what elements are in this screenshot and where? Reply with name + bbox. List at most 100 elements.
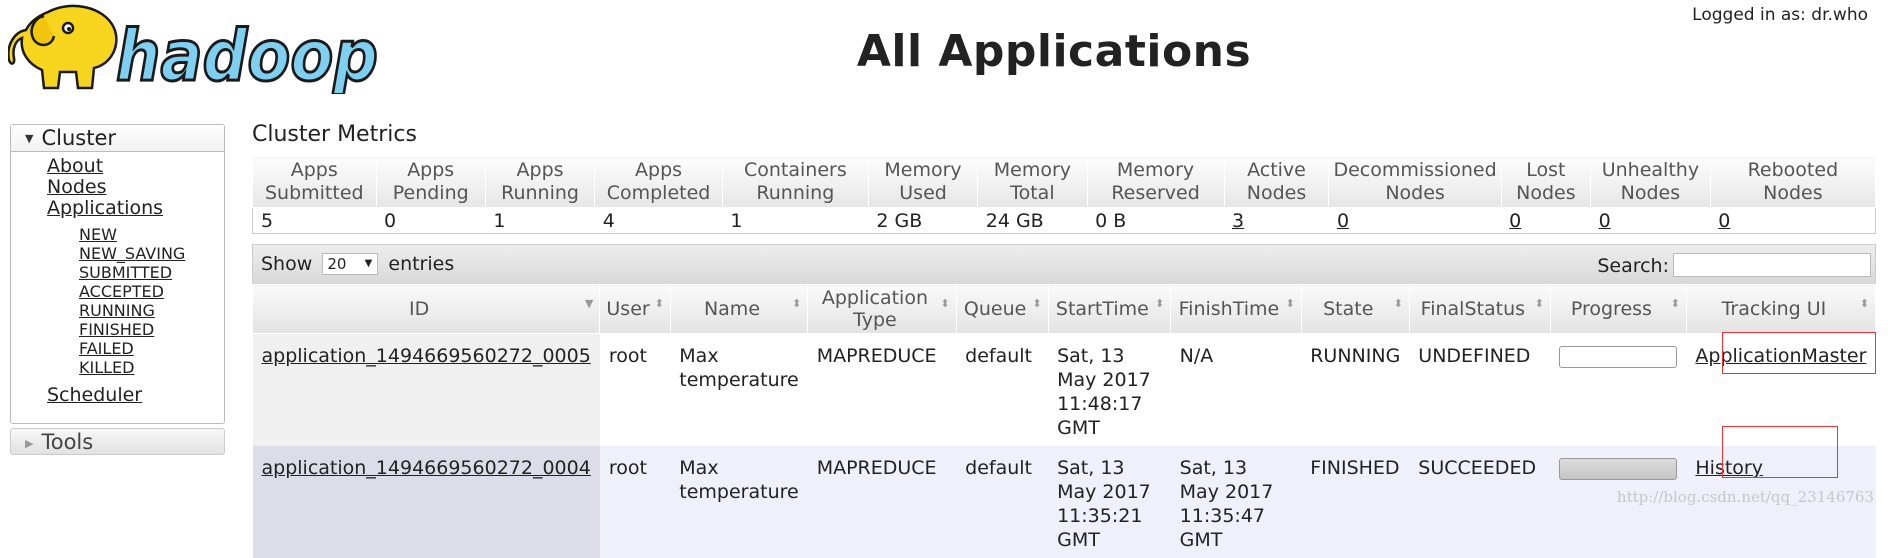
- metric-value-cell: 0 B: [1087, 207, 1224, 234]
- metric-header: Apps Submitted: [252, 156, 377, 208]
- metric-header-text: Reserved: [1111, 182, 1200, 204]
- column-header[interactable]: FinalStatus ⬍: [1408, 284, 1551, 334]
- metric-header-text: Apps: [290, 159, 338, 181]
- nav-cluster-panel: ▼ Cluster About Nodes Applications NEW NE…: [10, 124, 225, 424]
- metric-header-text: Rebooted: [1747, 159, 1839, 181]
- metric-value: 0 B: [1095, 209, 1127, 232]
- nav-state-finished[interactable]: FINISHED: [79, 320, 154, 339]
- metric-header-text: Nodes: [1620, 182, 1681, 204]
- metric-header: Active Nodes: [1223, 156, 1330, 208]
- page-length-value: 20: [327, 255, 347, 273]
- search-label: Search:: [1597, 255, 1669, 277]
- metric-header: Rebooted Nodes: [1709, 156, 1877, 208]
- nav-state-running[interactable]: RUNNING: [79, 301, 155, 320]
- column-header-text: Queue: [963, 298, 1027, 320]
- metric-value-link[interactable]: 0: [1599, 210, 1611, 232]
- metric-value-link[interactable]: 0: [1718, 210, 1730, 232]
- nav-state-failed[interactable]: FAILED: [79, 339, 134, 358]
- application-id-link[interactable]: application_1494669560272_0004: [262, 457, 591, 479]
- cell-type: MAPREDUCE: [807, 333, 957, 446]
- metric-header-text: Used: [899, 182, 947, 204]
- cell-text: default: [965, 345, 1032, 367]
- column-header[interactable]: Name ⬍: [669, 284, 809, 334]
- metric-value-cell: 0: [1328, 207, 1502, 234]
- nav-tools-header[interactable]: ▶ Tools: [10, 428, 225, 455]
- metric-header-text: Nodes: [1516, 182, 1576, 204]
- metric-value: 2 GB: [876, 209, 923, 232]
- metric-header: Memory Used: [867, 156, 979, 208]
- page-length-select[interactable]: 20 ▼: [322, 253, 379, 275]
- nav-link-nodes[interactable]: Nodes: [47, 176, 107, 198]
- sort-icon: ⬍: [654, 297, 664, 310]
- column-header-text: ID: [409, 298, 430, 320]
- metric-header-text: Memory: [884, 159, 962, 181]
- cell-text: MAPREDUCE: [816, 345, 937, 367]
- column-header[interactable]: User ⬍: [599, 284, 671, 334]
- triangle-right-icon: ▶: [25, 437, 34, 450]
- metric-value: 1: [493, 209, 506, 232]
- column-header[interactable]: Tracking UI ⬍: [1685, 284, 1877, 334]
- progress-bar: [1559, 346, 1678, 368]
- search-input[interactable]: [1673, 253, 1871, 277]
- cell-queue: default: [956, 446, 1049, 558]
- nav-cluster-header[interactable]: ▼ Cluster: [11, 125, 224, 152]
- metric-value-link[interactable]: 3: [1232, 210, 1244, 232]
- metric-header-text: Apps: [635, 159, 683, 181]
- column-header[interactable]: StartTime ⬍: [1047, 284, 1172, 334]
- column-header[interactable]: FinishTime ⬍: [1170, 284, 1302, 334]
- nav-cluster-label: Cluster: [41, 126, 117, 150]
- metric-value-link[interactable]: 0: [1337, 210, 1349, 232]
- metric-value-cell: 5: [252, 207, 377, 234]
- nav-state-accepted[interactable]: ACCEPTED: [79, 282, 164, 301]
- cell-text: Max temperature: [679, 457, 799, 503]
- nav-link-scheduler[interactable]: Scheduler: [47, 384, 142, 406]
- cell-text: N/A: [1179, 345, 1214, 367]
- metric-value-cell: 0: [1501, 207, 1591, 234]
- nav-link-about[interactable]: About: [47, 155, 103, 177]
- entries-label: entries: [388, 253, 455, 275]
- column-header-text: FinishTime: [1178, 298, 1280, 320]
- nav-state-submitted[interactable]: SUBMITTED: [79, 263, 172, 282]
- column-header-text: User: [606, 298, 650, 320]
- metric-value: 24 GB: [985, 209, 1044, 232]
- column-header-text: Name: [703, 298, 761, 320]
- column-header[interactable]: Progress ⬍: [1549, 284, 1687, 334]
- cell-finish: Sat, 13 May 2017 11:35:47 GMT: [1170, 446, 1302, 558]
- column-header[interactable]: Application Type ⬍: [807, 284, 957, 334]
- nav-state-killed[interactable]: KILLED: [79, 358, 134, 377]
- column-header[interactable]: Queue ⬍: [955, 284, 1049, 334]
- cell-text: root: [608, 345, 647, 367]
- metric-header-text: Memory: [1116, 159, 1195, 181]
- sort-icon: ⬍: [1859, 297, 1869, 310]
- cluster-metrics-title: Cluster Metrics: [252, 122, 417, 147]
- cell-queue: default: [956, 333, 1049, 446]
- column-header[interactable]: ID ▼: [251, 284, 601, 334]
- column-header[interactable]: State ⬍: [1300, 284, 1410, 334]
- cell-text: root: [608, 457, 647, 479]
- application-id-link[interactable]: application_1494669560272_0005: [262, 345, 591, 367]
- nav-cluster-list: About Nodes Applications NEW NEW_SAVING …: [11, 152, 224, 406]
- cell-text: MAPREDUCE: [816, 457, 937, 479]
- cell-user: root: [599, 333, 671, 446]
- sort-icon: ⬍: [1670, 297, 1680, 310]
- cell-state: FINISHED: [1301, 446, 1410, 558]
- metric-header-text: Containers: [743, 159, 847, 181]
- cell-text: Max temperature: [679, 345, 799, 391]
- metric-value-cell: 4: [594, 207, 723, 234]
- nav-link-applications[interactable]: Applications: [47, 197, 163, 219]
- applications-table: ID ▼ User ⬍ Name ⬍ Application Type ⬍ Queue ⬍ Star…: [251, 284, 1877, 558]
- metric-header-text: Nodes: [1246, 182, 1307, 204]
- metric-value-cell: 24 GB: [977, 207, 1088, 234]
- metric-value-cell: 0: [376, 207, 486, 234]
- cell-name: Max temperature: [670, 446, 808, 558]
- nav-state-new-saving[interactable]: NEW_SAVING: [79, 244, 185, 263]
- show-label: Show: [261, 253, 313, 275]
- column-header-text: State: [1323, 298, 1374, 320]
- metric-value-link[interactable]: 0: [1509, 210, 1521, 232]
- metric-value: 4: [602, 209, 615, 232]
- sort-icon: ⬍: [1285, 297, 1295, 310]
- metric-value: 5: [261, 209, 274, 232]
- nav-tools-label: Tools: [41, 430, 94, 454]
- cell-user: root: [599, 446, 671, 558]
- nav-state-new[interactable]: NEW: [79, 225, 117, 244]
